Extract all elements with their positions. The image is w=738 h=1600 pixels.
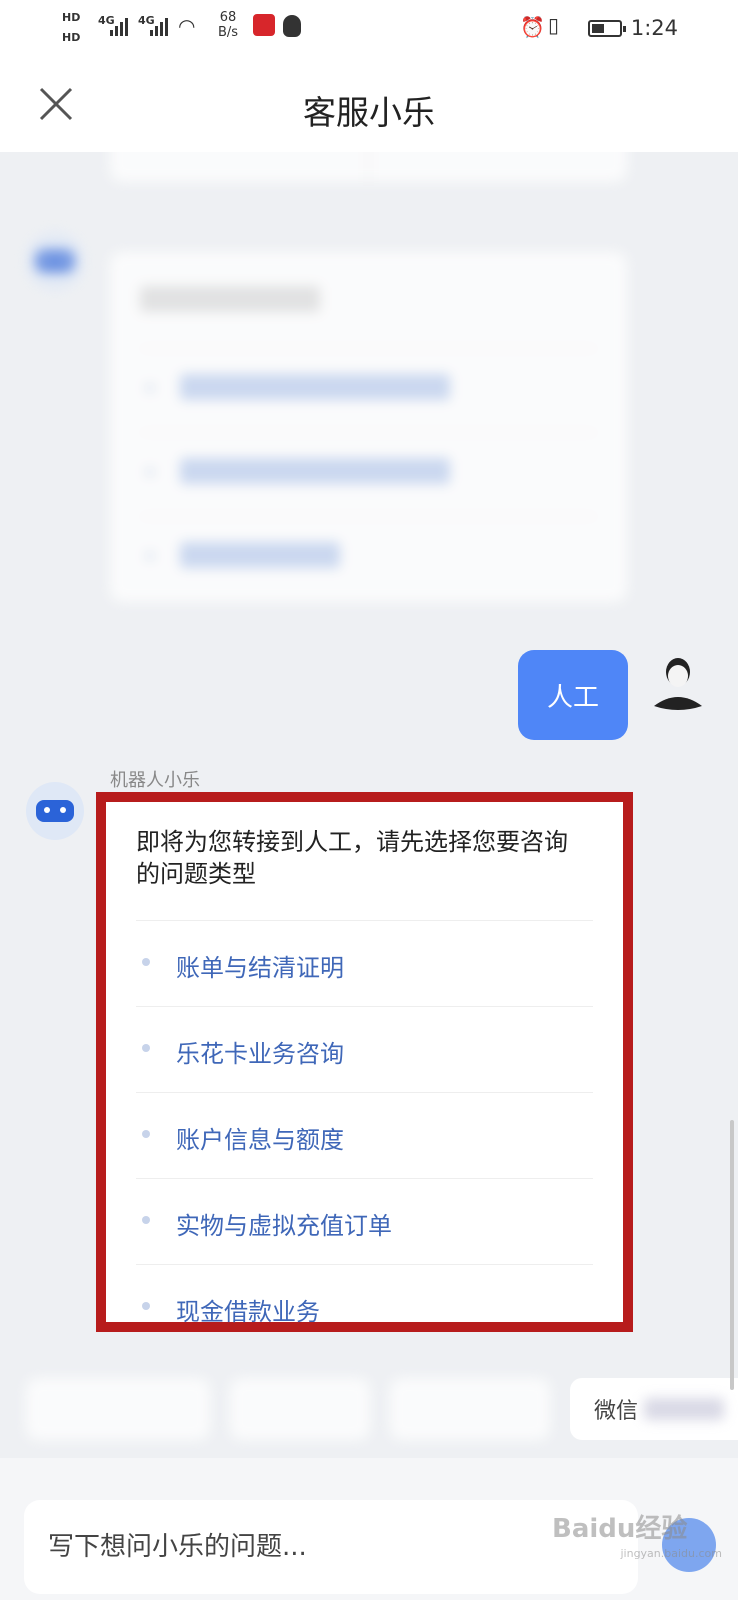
previous-card <box>110 152 627 182</box>
bot-sender-name: 机器人小乐 <box>110 770 200 791</box>
signal-icon <box>110 16 128 36</box>
bullet-icon <box>142 1044 150 1052</box>
bullet-icon <box>142 1130 150 1138</box>
user-message-bubble: 人工 <box>518 650 628 740</box>
battery-icon <box>588 20 626 37</box>
signal-icon <box>150 16 168 36</box>
baidu-watermark: Baidu经验 jingyan.baidu.com <box>552 1514 722 1560</box>
quick-reply-chip[interactable] <box>390 1378 550 1440</box>
quick-reply-label: 微信 <box>594 1399 639 1424</box>
bullet-icon <box>142 1302 150 1310</box>
page-title: 客服小乐 <box>303 93 435 132</box>
hd-indicator: HD HD <box>62 11 81 44</box>
quick-reply-chip[interactable] <box>26 1378 210 1440</box>
option-label[interactable]: 账户信息与额度 <box>176 1120 344 1155</box>
bot-avatar <box>26 232 84 290</box>
header: 客服小乐 <box>0 56 738 152</box>
option-label[interactable]: 现金借款业务 <box>176 1292 320 1327</box>
option-label[interactable]: 账单与结清证明 <box>176 948 344 983</box>
option-label[interactable]: 实物与虚拟充值订单 <box>176 1206 392 1241</box>
chat-area[interactable]: 人工 机器人小乐 即将为您转接到人工，请先选择您要咨询的问题类型 账单与结清证明… <box>0 152 738 1402</box>
previous-message-card <box>110 252 627 602</box>
quick-reply-chip[interactable] <box>230 1378 370 1440</box>
scrollbar[interactable] <box>730 1120 734 1390</box>
bullet-icon <box>142 1216 150 1224</box>
input-bar: Baidu经验 jingyan.baidu.com <box>0 1458 738 1600</box>
quick-reply-chip-wechat[interactable]: 微信 <box>570 1378 738 1440</box>
status-bar: HD HD 4G 4G ◠ 68 B/s ⏰ ▯ 1:24 <box>0 0 738 56</box>
network-speed: 68 B/s <box>218 10 239 40</box>
bot-message-card: 即将为您转接到人工，请先选择您要咨询的问题类型 账单与结清证明 乐花卡业务咨询 … <box>96 792 633 1332</box>
alarm-icon: ⏰ <box>520 15 545 39</box>
option-label[interactable]: 乐花卡业务咨询 <box>176 1034 344 1069</box>
qq-icon <box>283 15 301 37</box>
clock: 1:24 <box>630 16 678 40</box>
quick-reply-bar[interactable]: 微信 <box>26 1378 738 1442</box>
message-input[interactable] <box>24 1500 638 1594</box>
vibrate-icon: ▯ <box>548 13 560 37</box>
bot-avatar <box>26 782 84 840</box>
user-avatar <box>654 658 702 710</box>
app-notification-icon <box>253 14 275 36</box>
wifi-icon: ◠ <box>178 14 196 38</box>
bullet-icon <box>142 958 150 966</box>
transfer-prompt: 即将为您转接到人工，请先选择您要咨询的问题类型 <box>136 828 568 888</box>
